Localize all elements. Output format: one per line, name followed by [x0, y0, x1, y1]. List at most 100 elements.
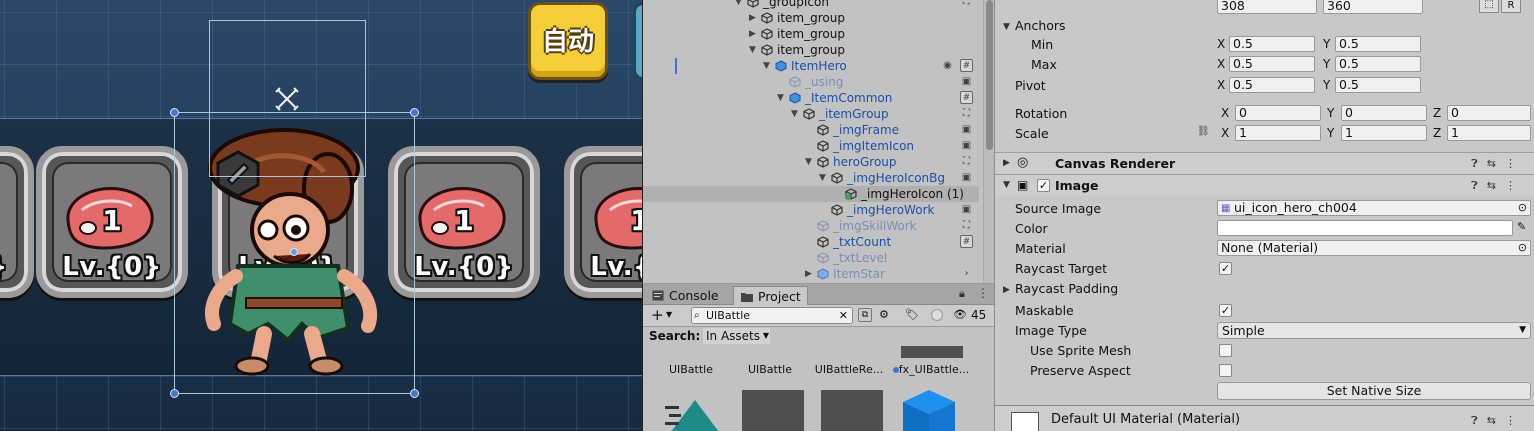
hierarchy-row[interactable]: ▶ item_group	[643, 10, 979, 26]
collapse-arrow-icon[interactable]: ▼	[791, 106, 801, 122]
chevron-right-icon[interactable]: ›	[960, 267, 973, 280]
canvas-renderer-header[interactable]: ▶ ◎ Canvas Renderer ❓︎⇆⋮	[995, 152, 1534, 174]
default-material-header[interactable]: Default UI Material (Material) ❓︎⇆⋮	[995, 405, 1534, 431]
prefab-open-icon[interactable]: ◉	[941, 59, 954, 72]
hierarchy-row[interactable]: _using ▣	[643, 74, 979, 90]
raw-edit-button[interactable]: R	[1501, 0, 1521, 13]
resize-handle-bottom-left[interactable]	[170, 389, 179, 398]
chevron-down-icon[interactable]: ▼	[666, 310, 672, 319]
hierarchy-row[interactable]: ▼ item_group	[643, 42, 979, 58]
hierarchy-row[interactable]: ▶ ItemStar ›	[643, 266, 979, 282]
prefab-asset-icon[interactable]	[901, 390, 957, 431]
scrollbar-thumb[interactable]	[986, 0, 993, 150]
favorite-icon[interactable]	[931, 309, 943, 321]
help-icon[interactable]: ❓︎	[1471, 179, 1487, 192]
pivot-y[interactable]: 0.5	[1335, 77, 1421, 93]
component-header-icons[interactable]: ❓︎⇆⋮	[1471, 157, 1525, 171]
project-panel[interactable]: Console Project 🔒︎ ⋮ + ▼ ⌕ UIBattle ✕ ⧉ …	[642, 283, 995, 431]
hierarchy-row[interactable]: ▼ _itemGroup ⛶	[643, 106, 979, 122]
add-icon[interactable]: +	[651, 306, 664, 324]
anchors-min-x[interactable]: 0.5	[1229, 36, 1315, 52]
hierarchy-row[interactable]: ▶ item_group	[643, 26, 979, 42]
scene-view[interactable]: 1 Lv.{0} 1 Lv.{0} 1 Lv.{0} 1 Lv.{0} 1 Lv…	[0, 0, 642, 431]
scale-z[interactable]: 1	[1447, 125, 1531, 141]
component-header-icons[interactable]: ❓︎⇆⋮	[1471, 414, 1525, 428]
more-options-icon[interactable]: ⋮	[1505, 157, 1525, 170]
search-filter-icon[interactable]: ⧉	[858, 308, 872, 322]
asset-label[interactable]: UIBattleRe...	[809, 363, 889, 376]
collapse-arrow-icon[interactable]: ▼	[805, 154, 815, 170]
hierarchy-row-selected[interactable]: _imgHeroIcon (1)	[643, 186, 979, 202]
asset-label[interactable]: UIBattle	[651, 363, 731, 376]
pivot-handle[interactable]	[290, 248, 298, 256]
height-field[interactable]: 360	[1323, 0, 1423, 14]
collapse-arrow-icon[interactable]: ▼	[777, 90, 787, 106]
scale-x[interactable]: 1	[1235, 125, 1321, 141]
resize-handle-top-right[interactable]	[410, 108, 419, 117]
collapse-arrow-icon[interactable]: ▼	[1003, 22, 1010, 32]
tab-console[interactable]: Console	[645, 286, 725, 305]
collapse-arrow-icon[interactable]: ▼	[735, 0, 745, 10]
resize-handle-top-left[interactable]	[170, 108, 179, 117]
lock-icon[interactable]: 🔒︎	[959, 287, 965, 301]
preserve-aspect-checkbox[interactable]	[1219, 364, 1232, 377]
hierarchy-row[interactable]: _imgSkillWork ⛶	[643, 218, 979, 234]
color-swatch[interactable]	[1217, 220, 1513, 236]
hidden-eye-icon[interactable]: 👁︎	[953, 308, 967, 321]
rotation-y[interactable]: 0	[1341, 105, 1427, 121]
side-button[interactable]	[633, 2, 642, 80]
component-header-icons[interactable]: ❓︎⇆⋮	[1471, 179, 1525, 193]
hierarchy-row[interactable]: ▼ ItemHero ◉ #	[643, 58, 979, 74]
image-type-dropdown[interactable]: Simple ▼	[1217, 322, 1531, 339]
more-options-icon[interactable]: ⋮	[1505, 179, 1525, 192]
source-image-field[interactable]: ▦ ui_icon_hero_ch004 ⊙	[1217, 200, 1531, 216]
hierarchy-row[interactable]: _imgItemIcon ▣	[643, 138, 979, 154]
item-slot[interactable]: 1 Lv.{0}	[564, 146, 642, 298]
anchor-gizmo-icon[interactable]	[274, 86, 300, 112]
anchors-min-y[interactable]: 0.5	[1335, 36, 1421, 52]
asset-thumbnail[interactable]	[742, 390, 804, 431]
label-tag-icon[interactable]: 🏷︎	[905, 308, 919, 321]
expand-arrow-icon[interactable]: ▶	[749, 26, 759, 42]
scope-in-assets[interactable]: In Assets ▼	[703, 328, 771, 344]
hierarchy-row[interactable]: _imgFrame ▣	[643, 122, 979, 138]
inspector-panel[interactable]: 308 360 ⬚ R ▼ Anchors Min X 0.5 Y 0.5 Ma…	[994, 0, 1534, 431]
expand-arrow-icon[interactable]: ▶	[749, 10, 759, 26]
collapse-arrow-icon[interactable]: ▼	[819, 170, 829, 186]
object-picker-icon[interactable]: ⊙	[1518, 241, 1527, 255]
scale-y[interactable]: 1	[1341, 125, 1427, 141]
animation-asset-icon[interactable]	[665, 400, 719, 431]
asset-label[interactable]: fx_UIBattle...	[891, 363, 971, 376]
eyedropper-icon[interactable]: ✎	[1517, 220, 1526, 233]
anchors-max-x[interactable]: 0.5	[1229, 56, 1315, 72]
resize-handle-bottom-right[interactable]	[410, 389, 419, 398]
help-icon[interactable]: ❓︎	[1471, 157, 1487, 170]
use-sprite-mesh-checkbox[interactable]	[1219, 344, 1232, 357]
preset-icon[interactable]: ⇆	[1487, 157, 1505, 170]
preset-icon[interactable]: ⇆	[1487, 414, 1505, 427]
auto-button[interactable]: 自动	[528, 2, 608, 80]
collapse-arrow-icon[interactable]: ▼	[1003, 180, 1010, 190]
object-picker-icon[interactable]: ⊙	[1518, 201, 1527, 215]
rotation-x[interactable]: 0	[1235, 105, 1321, 121]
hierarchy-row[interactable]: ▼ heroGroup ⛶	[643, 154, 979, 170]
hierarchy-scrollbar[interactable]	[983, 0, 994, 283]
more-options-icon[interactable]: ⋮	[1505, 414, 1525, 427]
anchors-max-y[interactable]: 0.5	[1335, 56, 1421, 72]
asset-thumbnail[interactable]	[821, 390, 883, 431]
expand-arrow-icon[interactable]: ▶	[1003, 158, 1010, 168]
hierarchy-row[interactable]: ▼ _ItemCommon #	[643, 90, 979, 106]
clear-search-icon[interactable]: ✕	[839, 308, 848, 323]
link-scale-icon[interactable]: ⛓	[1197, 126, 1210, 137]
pivot-x[interactable]: 0.5	[1229, 77, 1315, 93]
set-native-size-button[interactable]: Set Native Size	[1217, 382, 1531, 400]
item-slot[interactable]: 1 Lv.{0}	[0, 146, 34, 298]
image-enabled-checkbox[interactable]: ✓	[1037, 179, 1050, 192]
collapse-arrow-icon[interactable]: ▼	[763, 58, 773, 74]
item-slot[interactable]: 1 Lv.{0}	[36, 146, 188, 298]
preset-icon[interactable]: ⇆	[1487, 179, 1505, 192]
more-options-icon[interactable]: ⋮	[977, 286, 989, 300]
filter-type-icon[interactable]: ⚙	[879, 308, 889, 321]
raycast-target-checkbox[interactable]: ✓	[1219, 262, 1232, 275]
tab-project[interactable]: Project	[733, 286, 808, 305]
